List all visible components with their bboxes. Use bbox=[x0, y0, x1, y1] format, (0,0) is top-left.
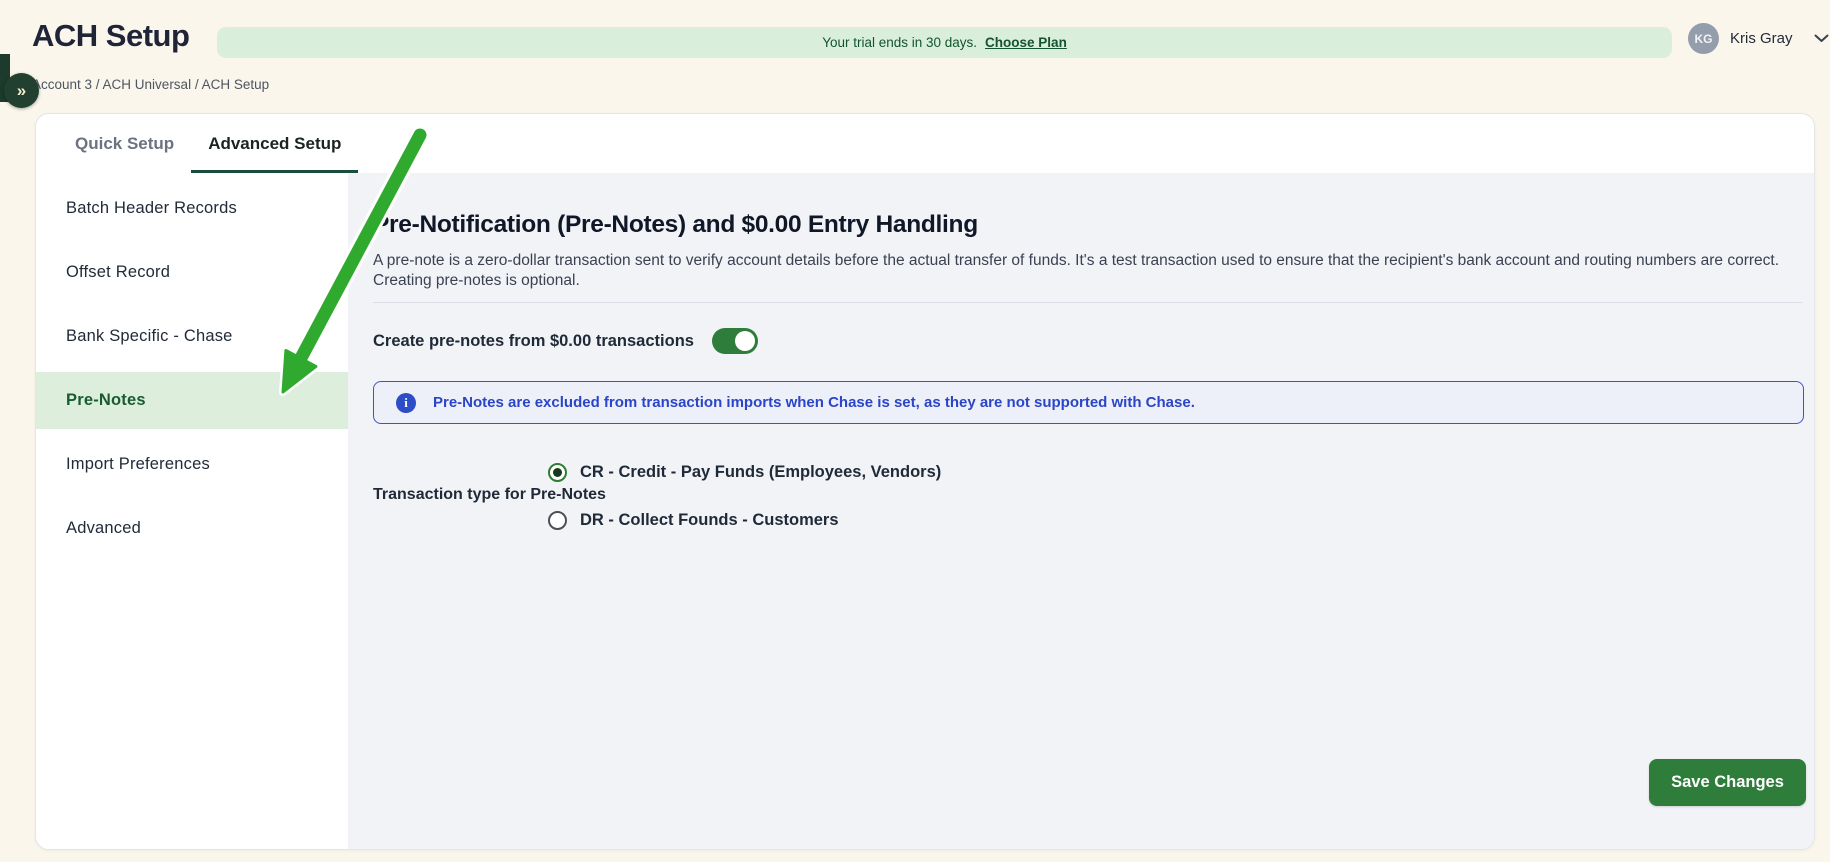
section-heading: Pre-Notification (Pre-Notes) and $0.00 E… bbox=[373, 211, 978, 239]
setup-card: Quick Setup Advanced Setup Batch Header … bbox=[35, 113, 1815, 850]
sidebar-item-import-preferences[interactable]: Import Preferences bbox=[36, 436, 348, 493]
sidebar-item-advanced[interactable]: Advanced bbox=[36, 500, 348, 557]
radio-option-dr-collect[interactable]: DR - Collect Founds - Customers bbox=[548, 509, 839, 531]
choose-plan-link[interactable]: Choose Plan bbox=[985, 35, 1067, 50]
info-icon: i bbox=[396, 393, 416, 413]
sidebar-item-bank-specific-chase[interactable]: Bank Specific - Chase bbox=[36, 308, 348, 365]
sidebar-item-pre-notes[interactable]: Pre-Notes bbox=[36, 372, 348, 429]
radio-option-label: CR - Credit - Pay Funds (Employees, Vend… bbox=[580, 463, 941, 482]
radio-option-label: DR - Collect Founds - Customers bbox=[580, 511, 839, 530]
trial-message: Your trial ends in 30 days. bbox=[822, 35, 977, 50]
divider bbox=[373, 302, 1802, 303]
trial-banner: Your trial ends in 30 days. Choose Plan bbox=[217, 27, 1672, 58]
expand-sidebar-button[interactable]: » bbox=[4, 73, 39, 108]
tab-bar: Quick Setup Advanced Setup bbox=[36, 114, 1814, 173]
transaction-type-label: Transaction type for Pre-Notes bbox=[373, 484, 606, 506]
pre-notes-panel: Pre-Notification (Pre-Notes) and $0.00 E… bbox=[348, 173, 1814, 849]
chase-info-note: i Pre-Notes are excluded from transactio… bbox=[373, 381, 1804, 424]
radio-unselected-icon[interactable] bbox=[548, 511, 567, 530]
page-title: ACH Setup bbox=[32, 18, 189, 54]
user-name: Kris Gray bbox=[1730, 30, 1793, 47]
toggle-label: Create pre-notes from $0.00 transactions bbox=[373, 332, 694, 351]
settings-sidebar: Batch Header Records Offset Record Bank … bbox=[36, 173, 348, 849]
breadcrumb: Account 3 / ACH Universal / ACH Setup bbox=[32, 77, 269, 92]
avatar[interactable]: KG bbox=[1688, 23, 1719, 54]
radio-selected-icon[interactable] bbox=[548, 463, 567, 482]
sidebar-item-batch-header-records[interactable]: Batch Header Records bbox=[36, 180, 348, 237]
ach-setup-page: ACH Setup Your trial ends in 30 days. Ch… bbox=[0, 0, 1830, 862]
tab-advanced-setup[interactable]: Advanced Setup bbox=[191, 114, 358, 173]
chevron-down-icon[interactable] bbox=[1814, 34, 1829, 43]
sidebar-item-offset-record[interactable]: Offset Record bbox=[36, 244, 348, 301]
create-pre-notes-toggle[interactable] bbox=[712, 328, 758, 354]
radio-option-cr-credit[interactable]: CR - Credit - Pay Funds (Employees, Vend… bbox=[548, 461, 941, 483]
tab-quick-setup[interactable]: Quick Setup bbox=[58, 114, 191, 173]
info-note-text: Pre-Notes are excluded from transaction … bbox=[433, 394, 1195, 411]
toggle-knob bbox=[735, 331, 755, 351]
section-description: A pre-note is a zero-dollar transaction … bbox=[373, 251, 1795, 290]
create-pre-notes-row: Create pre-notes from $0.00 transactions bbox=[373, 328, 758, 354]
double-chevron-right-icon: » bbox=[17, 81, 26, 101]
save-changes-button[interactable]: Save Changes bbox=[1649, 759, 1806, 806]
user-menu[interactable]: KG Kris Gray bbox=[1688, 23, 1829, 54]
